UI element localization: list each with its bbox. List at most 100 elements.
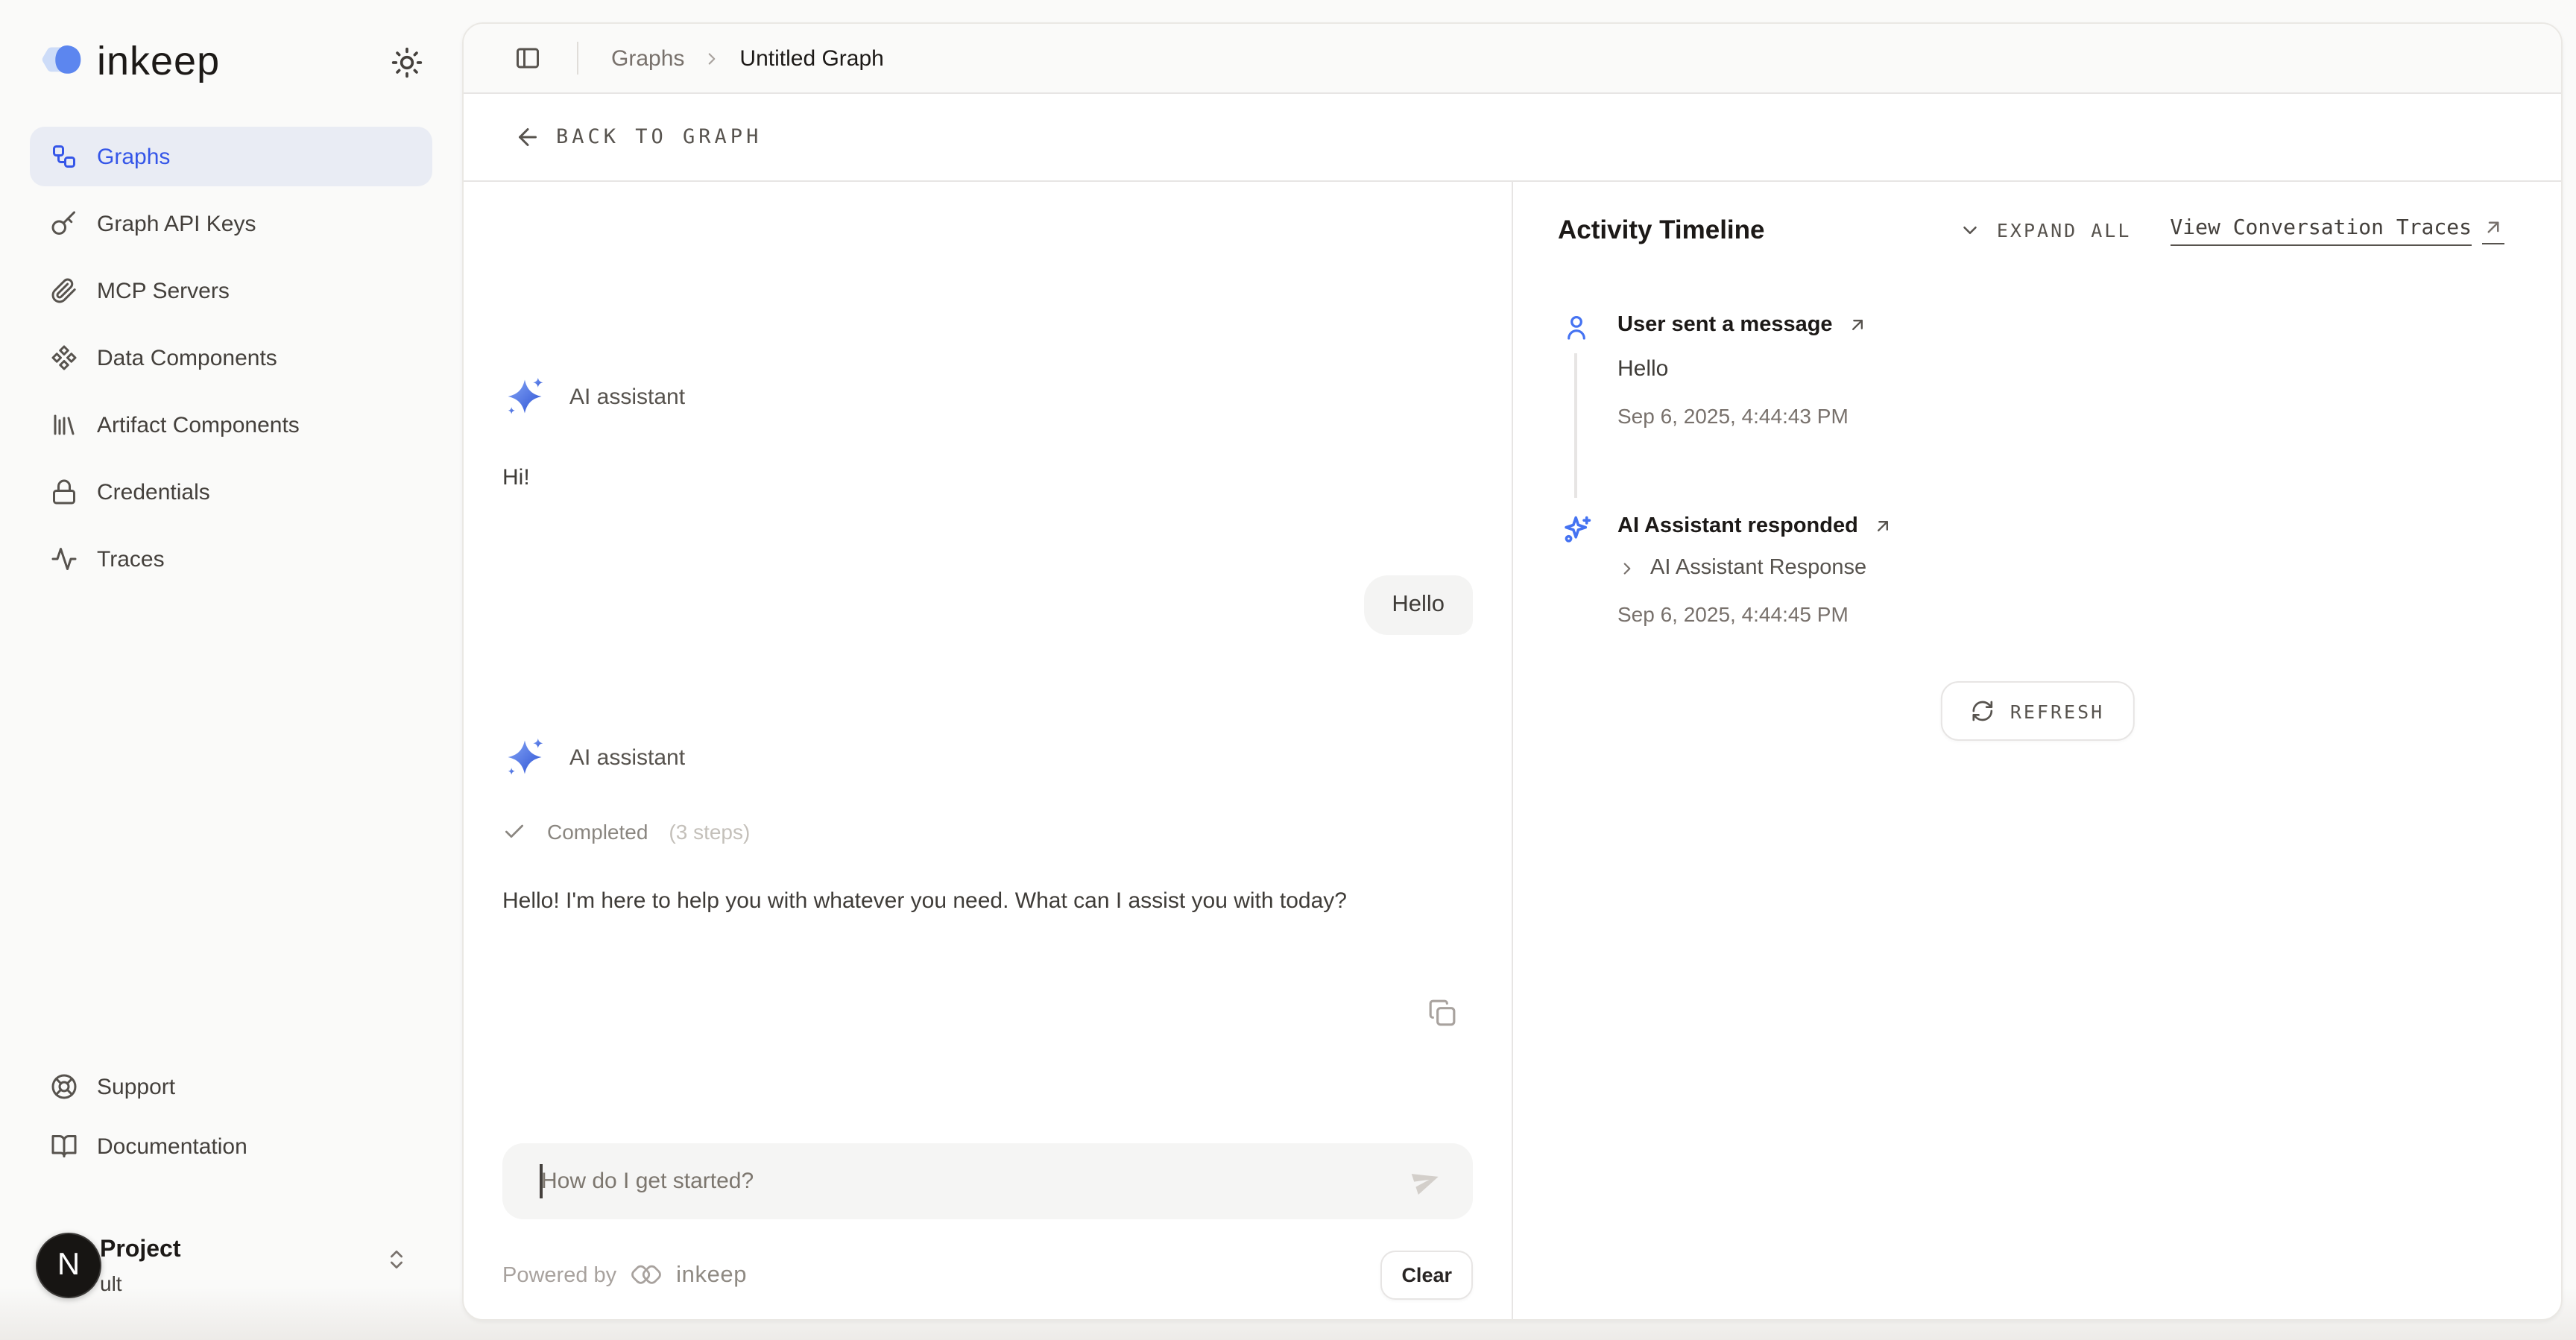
user-icon — [1562, 313, 1591, 341]
sidebar-toggle-button[interactable] — [514, 45, 541, 72]
sidebar-item-traces[interactable]: Traces — [30, 529, 432, 589]
timeline-header: Activity Timeline EXPAND ALL View Conver… — [1558, 215, 2504, 246]
timeline-title: Activity Timeline — [1558, 215, 1765, 246]
chevron-right-icon — [702, 48, 722, 68]
life-buoy-icon — [51, 1073, 78, 1100]
assistant-message: Hi! — [502, 459, 530, 498]
card-header: Graphs Untitled Graph — [464, 24, 2561, 94]
copy-icon — [1428, 999, 1456, 1027]
event-title-row[interactable]: AI Assistant responded — [1617, 514, 2501, 538]
chevron-right-icon — [1617, 558, 1637, 578]
send-icon — [1410, 1164, 1443, 1197]
sidebar-item-artifact-components[interactable]: Artifact Components — [30, 395, 432, 455]
sidebar: inkeep Graphs — [0, 0, 462, 1340]
workflow-icon — [51, 143, 78, 170]
header-divider — [577, 42, 578, 75]
send-button[interactable] — [1410, 1164, 1443, 1197]
sidebar-item-documentation[interactable]: Documentation — [30, 1116, 432, 1176]
event-timestamp: Sep 6, 2025, 4:44:43 PM — [1617, 404, 2501, 428]
sidebar-item-label: Support — [97, 1074, 175, 1099]
activity-icon — [51, 546, 78, 572]
sidebar-item-credentials[interactable]: Credentials — [30, 462, 432, 522]
sparkles-avatar-icon — [502, 735, 547, 780]
breadcrumb-parent[interactable]: Graphs — [611, 45, 684, 71]
arrow-up-right-icon — [1873, 516, 1894, 537]
breadcrumb-current: Untitled Graph — [739, 45, 883, 71]
logo-row: inkeep — [39, 36, 423, 86]
sidebar-item-label: Data Components — [97, 345, 277, 370]
sparkles-icon — [1562, 514, 1592, 544]
nextjs-dev-badge[interactable]: N — [36, 1233, 101, 1298]
library-icon — [51, 411, 78, 438]
refresh-icon — [1970, 699, 1994, 723]
chevron-down-icon[interactable] — [1960, 219, 1982, 241]
arrow-up-right-icon — [1848, 315, 1869, 335]
app-window: inkeep Graphs — [0, 0, 2576, 1340]
sidebar-item-label: MCP Servers — [97, 278, 230, 303]
sidebar-item-label: Credentials — [97, 479, 210, 505]
content-region: AI assistant Hi! Hello AI as — [464, 182, 2561, 1319]
status-steps: (3 steps) — [669, 820, 750, 844]
sidebar-item-graph-api-keys[interactable]: Graph API Keys — [30, 194, 432, 253]
expand-all-button[interactable]: EXPAND ALL — [1997, 219, 2132, 241]
timeline-connector — [1574, 353, 1576, 498]
event-timestamp: Sep 6, 2025, 4:44:45 PM — [1617, 602, 2501, 626]
powered-by-brand: inkeep — [676, 1262, 747, 1289]
powered-by[interactable]: Powered by inkeep — [502, 1261, 747, 1291]
inkeep-logo-icon — [39, 39, 86, 83]
chat-input[interactable] — [541, 1143, 1383, 1219]
back-to-graph-button[interactable]: BACK TO GRAPH — [514, 124, 762, 151]
user-message-bubble: Hello — [1363, 575, 1473, 635]
completion-status[interactable]: Completed (3 steps) — [502, 820, 750, 844]
view-traces-label: View Conversation Traces — [2170, 215, 2472, 245]
project-subtitle: ult — [100, 1271, 122, 1295]
assistant-message-header: AI assistant — [502, 374, 685, 419]
sidebar-item-label: Documentation — [97, 1134, 247, 1159]
assistant-name: AI assistant — [569, 745, 685, 770]
sidebar-item-support[interactable]: Support — [30, 1057, 432, 1116]
brand-wordmark: inkeep — [97, 38, 220, 84]
copy-button[interactable] — [1428, 999, 1456, 1027]
panel-left-icon — [514, 45, 541, 72]
sidebar-item-label: Graph API Keys — [97, 211, 256, 236]
sidebar-item-label: Graphs — [97, 144, 170, 169]
view-conversation-traces-link[interactable]: View Conversation Traces — [2170, 215, 2504, 245]
back-row: BACK TO GRAPH — [464, 94, 2561, 182]
assistant-message-header: AI assistant — [502, 735, 685, 780]
event-body: AI Assistant Response — [1650, 556, 1866, 580]
timeline-event: AI Assistant responded AI Assistant Resp… — [1562, 514, 2501, 626]
chat-preview-pane: AI assistant Hi! Hello AI as — [464, 182, 1513, 1319]
paperclip-icon — [51, 277, 78, 304]
activity-timeline-pane: Activity Timeline EXPAND ALL View Conver… — [1513, 182, 2561, 1319]
timeline-event: User sent a message Hello Sep 6, 2025, 4… — [1562, 313, 2501, 428]
refresh-label: REFRESH — [2010, 700, 2104, 722]
event-expand-row[interactable]: AI Assistant Response — [1617, 556, 2501, 580]
status-label: Completed — [547, 820, 648, 844]
project-selector[interactable]: N Project ult — [0, 1215, 462, 1319]
sidebar-item-label: Artifact Components — [97, 412, 300, 437]
main-card: Graphs Untitled Graph BACK TO GRAPH — [462, 22, 2563, 1321]
lock-icon — [51, 478, 78, 505]
assistant-name: AI assistant — [569, 384, 685, 409]
theme-toggle-button[interactable] — [391, 46, 423, 79]
sun-icon — [391, 46, 423, 79]
component-icon — [51, 344, 78, 371]
sidebar-item-graphs[interactable]: Graphs — [30, 127, 432, 186]
book-open-icon — [51, 1133, 78, 1160]
sidebar-footer: Support Documentation — [30, 1057, 432, 1176]
clear-button[interactable]: Clear — [1380, 1251, 1473, 1300]
sidebar-item-data-components[interactable]: Data Components — [30, 328, 432, 388]
sidebar-item-label: Traces — [97, 546, 165, 572]
inkeep-mark-icon — [628, 1261, 664, 1291]
event-title: User sent a message — [1617, 313, 1833, 337]
event-title: AI Assistant responded — [1617, 514, 1858, 538]
refresh-button[interactable]: REFRESH — [1940, 681, 2134, 741]
event-title-row[interactable]: User sent a message — [1617, 313, 2501, 337]
powered-by-label: Powered by — [502, 1264, 616, 1288]
event-body: Hello — [1617, 356, 2501, 382]
sidebar-item-mcp-servers[interactable]: MCP Servers — [30, 261, 432, 320]
project-title: Project — [100, 1237, 181, 1264]
sparkles-avatar-icon — [502, 374, 547, 419]
back-to-graph-label: BACK TO GRAPH — [556, 125, 762, 149]
arrow-up-right-icon — [2482, 216, 2504, 244]
